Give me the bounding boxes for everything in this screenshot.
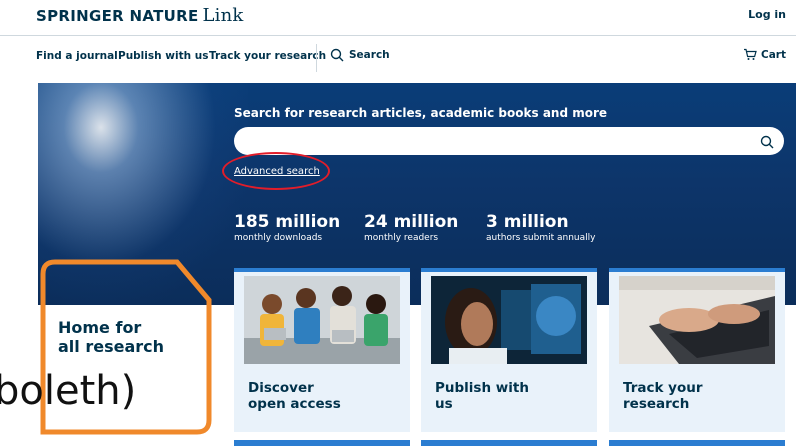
card-image-typing-laptop bbox=[619, 276, 775, 364]
cart-label: Cart bbox=[761, 48, 786, 61]
next-card-edge bbox=[234, 440, 410, 446]
nav-separator bbox=[316, 44, 317, 72]
card-title: Track your research bbox=[623, 380, 703, 412]
logo-brand: SPRINGER NATURE bbox=[36, 7, 199, 25]
nav-publish-with-us[interactable]: Publish with us bbox=[118, 50, 208, 62]
card-discover-open-access[interactable]: Discover open access bbox=[234, 268, 410, 432]
stat-authors: 3 million authors submit annually bbox=[486, 212, 595, 243]
search-icon bbox=[330, 48, 344, 62]
nav-find-journal[interactable]: Find a journal bbox=[36, 50, 118, 62]
search-icon[interactable] bbox=[760, 134, 774, 153]
login-link[interactable]: Log in bbox=[748, 8, 786, 21]
logo-suffix: Link bbox=[202, 5, 244, 26]
annotation-red-ellipse bbox=[222, 152, 330, 190]
main-nav: Find a journal Publish with us Track you… bbox=[0, 36, 796, 78]
springer-nature-link-logo[interactable]: SPRINGER NATURE Link bbox=[36, 5, 244, 26]
stat-number: 185 million bbox=[234, 212, 341, 232]
stat-label: monthly downloads bbox=[234, 233, 323, 243]
card-title: Discover open access bbox=[248, 380, 341, 412]
overlay-caption-text: boleth) bbox=[0, 368, 137, 414]
card-track-your-research[interactable]: Track your research bbox=[609, 268, 785, 432]
stat-label: monthly readers bbox=[364, 233, 439, 243]
card-publish-with-us[interactable]: Publish with us bbox=[421, 268, 597, 432]
nav-search-label: Search bbox=[349, 49, 390, 61]
card-image-people-laptops bbox=[244, 276, 400, 364]
next-card-edge bbox=[609, 440, 785, 446]
stat-number: 3 million bbox=[486, 212, 569, 232]
nav-search-button[interactable]: Search bbox=[330, 48, 390, 62]
stat-readers: 24 million monthly readers bbox=[364, 212, 458, 243]
next-card-edge bbox=[421, 440, 597, 446]
nav-track-research[interactable]: Track your research bbox=[209, 50, 326, 62]
search-input[interactable] bbox=[234, 127, 784, 155]
stat-label: authors submit annually bbox=[486, 233, 596, 243]
cart-button[interactable]: Cart bbox=[743, 48, 786, 61]
stat-number: 24 million bbox=[364, 212, 459, 232]
card-title: Publish with us bbox=[435, 380, 529, 412]
stat-downloads: 185 million monthly downloads bbox=[234, 212, 340, 243]
search-heading: Search for research articles, academic b… bbox=[234, 106, 608, 120]
cart-icon bbox=[744, 48, 757, 60]
card-image-researcher-scans bbox=[431, 276, 587, 364]
